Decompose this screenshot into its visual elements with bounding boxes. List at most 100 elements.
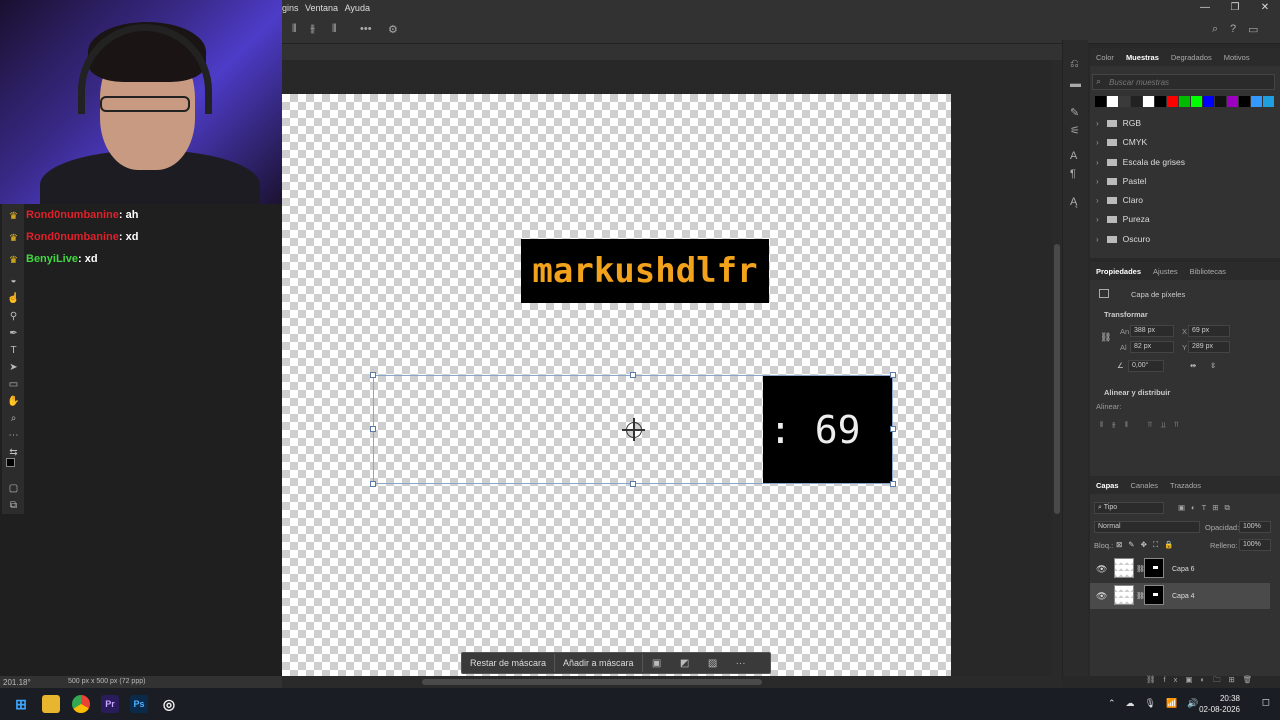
swatch-folder[interactable]: › Pastel bbox=[1096, 176, 1146, 186]
align-center-icon[interactable]: ⫵ bbox=[310, 23, 315, 36]
layer-mask-thumbnail[interactable] bbox=[1144, 558, 1164, 578]
invert-mask-icon[interactable]: ◩ bbox=[671, 658, 699, 669]
pivot-point-icon[interactable] bbox=[622, 418, 645, 441]
transform-header[interactable]: Transformar bbox=[1104, 310, 1148, 319]
flip-horizontal-icon[interactable]: ⇹ bbox=[1190, 361, 1196, 370]
brush-settings-icon[interactable]: ✎ bbox=[1070, 106, 1079, 119]
align-distribute-header[interactable]: Alinear y distribuir bbox=[1104, 388, 1170, 397]
tab-libraries[interactable]: Bibliotecas bbox=[1184, 267, 1232, 276]
comments-icon[interactable]: ▬ bbox=[1070, 78, 1081, 90]
swatch-folder[interactable]: › Pureza bbox=[1096, 214, 1150, 224]
rectangle-icon[interactable]: ▭ bbox=[7, 378, 20, 391]
tab-paths[interactable]: Trazados bbox=[1164, 481, 1207, 490]
vertical-scrollbar[interactable] bbox=[1052, 60, 1062, 676]
clock[interactable]: 20:38 02-08-2026 bbox=[1199, 693, 1240, 715]
swatch-folder[interactable]: › Claro bbox=[1096, 195, 1143, 205]
name-text-layer[interactable]: markushdlfr bbox=[521, 239, 769, 303]
premiere-icon[interactable]: Pr bbox=[101, 695, 119, 713]
transform-handle[interactable] bbox=[370, 426, 376, 432]
help-icon[interactable]: ? bbox=[1230, 23, 1236, 35]
swatch-folder[interactable]: › Oscuro bbox=[1096, 234, 1150, 244]
more-options-icon[interactable]: ••• bbox=[360, 23, 372, 35]
color-swatch[interactable] bbox=[1263, 96, 1274, 107]
horizontal-scrollbar[interactable] bbox=[282, 676, 1062, 688]
color-swatch[interactable] bbox=[1119, 96, 1130, 107]
fill-field[interactable]: 100% bbox=[1239, 539, 1271, 551]
eye-icon[interactable]: 👁 bbox=[1096, 591, 1107, 602]
layer-name[interactable]: Capa 4 bbox=[1172, 593, 1195, 600]
eye-icon[interactable]: 👁 bbox=[1096, 564, 1107, 575]
tab-gradients[interactable]: Degradados bbox=[1165, 53, 1218, 62]
layer-actions[interactable]: ⛓fx▣◐🗀⊞🗑 bbox=[1146, 674, 1260, 687]
tab-swatches[interactable]: Muestras bbox=[1120, 53, 1165, 62]
workspace-icon[interactable]: ▭ bbox=[1248, 23, 1258, 36]
menu-ayuda[interactable]: Ayuda bbox=[345, 0, 374, 13]
layer-row-selected[interactable]: 👁 ⛓ Capa 4 bbox=[1090, 583, 1270, 609]
zoom-icon[interactable]: ⌕ bbox=[7, 412, 20, 425]
tab-layers[interactable]: Capas bbox=[1090, 481, 1125, 490]
color-swatch[interactable] bbox=[1167, 96, 1178, 107]
color-swatch[interactable] bbox=[1095, 96, 1106, 107]
path-select-icon[interactable]: ➤ bbox=[7, 361, 20, 374]
menu-ventana[interactable]: Ventana bbox=[305, 0, 342, 13]
link-icon[interactable]: ⛓ bbox=[1100, 332, 1111, 343]
more-button[interactable]: ··· bbox=[727, 658, 755, 669]
transform-handle[interactable] bbox=[890, 426, 896, 432]
tab-color[interactable]: Color bbox=[1090, 53, 1120, 62]
transform-handle[interactable] bbox=[890, 481, 896, 487]
x-field[interactable]: 69 px bbox=[1188, 325, 1230, 337]
swatch-search-input[interactable]: Buscar muestras bbox=[1092, 74, 1275, 90]
restore-icon[interactable]: ❐ bbox=[1220, 0, 1250, 16]
layer-filter-select[interactable]: ⌕ Tipo bbox=[1094, 502, 1164, 514]
pen-icon[interactable]: ✒ bbox=[7, 327, 20, 340]
layer-row[interactable]: 👁 ⛓ Capa 6 bbox=[1090, 556, 1270, 582]
photoshop-icon[interactable]: Ps bbox=[130, 695, 148, 713]
tab-adjustments[interactable]: Ajustes bbox=[1147, 267, 1184, 276]
angle-field[interactable]: 0,00° bbox=[1128, 360, 1164, 372]
windows-start-icon[interactable]: ⊞ bbox=[12, 695, 30, 713]
height-field[interactable]: 82 px bbox=[1130, 341, 1174, 353]
layer-name[interactable]: Capa 6 bbox=[1172, 566, 1195, 573]
color-swatch[interactable] bbox=[1131, 96, 1142, 107]
color-swatch[interactable] bbox=[1227, 96, 1238, 107]
character-icon[interactable]: A bbox=[1070, 150, 1077, 162]
flip-vertical-icon[interactable]: ⇳ bbox=[1210, 361, 1216, 370]
color-swatch[interactable] bbox=[1179, 96, 1190, 107]
transform-handle[interactable] bbox=[370, 372, 376, 378]
tab-patterns[interactable]: Motivos bbox=[1218, 53, 1256, 62]
color-swatch[interactable] bbox=[1107, 96, 1118, 107]
swatch-folder[interactable]: › RGB bbox=[1096, 118, 1141, 128]
transform-handle[interactable] bbox=[370, 481, 376, 487]
transform-handle[interactable] bbox=[630, 372, 636, 378]
subtract-mask-button[interactable]: Restar de máscara bbox=[462, 654, 556, 672]
screen-mode-icon[interactable]: ⧉ bbox=[7, 499, 20, 512]
align-left-icon[interactable]: ⫴ bbox=[292, 23, 297, 36]
close-icon[interactable]: ✕ bbox=[1250, 0, 1280, 16]
adjustments-icon[interactable]: ⚟ bbox=[1070, 124, 1080, 137]
color-swatch[interactable] bbox=[1143, 96, 1154, 107]
history-icon[interactable]: ⎌ bbox=[1070, 58, 1079, 71]
tab-channels[interactable]: Canales bbox=[1125, 481, 1165, 490]
transform-handle[interactable] bbox=[890, 372, 896, 378]
width-field[interactable]: 388 px bbox=[1130, 325, 1174, 337]
swatch-folder[interactable]: › Escala de grises bbox=[1096, 157, 1185, 167]
lock-icons[interactable]: ⊠✎✥⛶🔒 bbox=[1116, 540, 1179, 550]
zoom-level[interactable]: 201.18° bbox=[3, 678, 31, 687]
smudge-icon[interactable]: ☝ bbox=[7, 292, 20, 305]
y-field[interactable]: 289 px bbox=[1188, 341, 1230, 353]
quick-mask-icon[interactable]: ▢ bbox=[7, 482, 20, 495]
color-swatch[interactable] bbox=[1191, 96, 1202, 107]
chrome-icon[interactable] bbox=[72, 695, 90, 713]
dodge-icon[interactable]: ⚲ bbox=[7, 310, 20, 323]
search-icon[interactable]: ⌕ bbox=[1212, 23, 1218, 36]
foreground-color[interactable] bbox=[6, 458, 15, 467]
more-tools-icon[interactable]: ⋯ bbox=[7, 429, 20, 442]
align-buttons[interactable]: ⫴⫵⫴ ⫪⫫⫪ bbox=[1100, 420, 1188, 430]
mask-options-icon[interactable]: ▣ bbox=[643, 658, 671, 669]
transform-handle[interactable] bbox=[630, 481, 636, 487]
tab-properties[interactable]: Propiedades bbox=[1090, 267, 1147, 276]
system-tray-icons[interactable]: ⌃☁🎙📶🔊 bbox=[1108, 698, 1208, 709]
type-tool-icon[interactable]: T bbox=[7, 344, 20, 357]
glyphs-icon[interactable]: Ą bbox=[1070, 196, 1077, 208]
paragraph-icon[interactable]: ¶ bbox=[1070, 168, 1076, 180]
